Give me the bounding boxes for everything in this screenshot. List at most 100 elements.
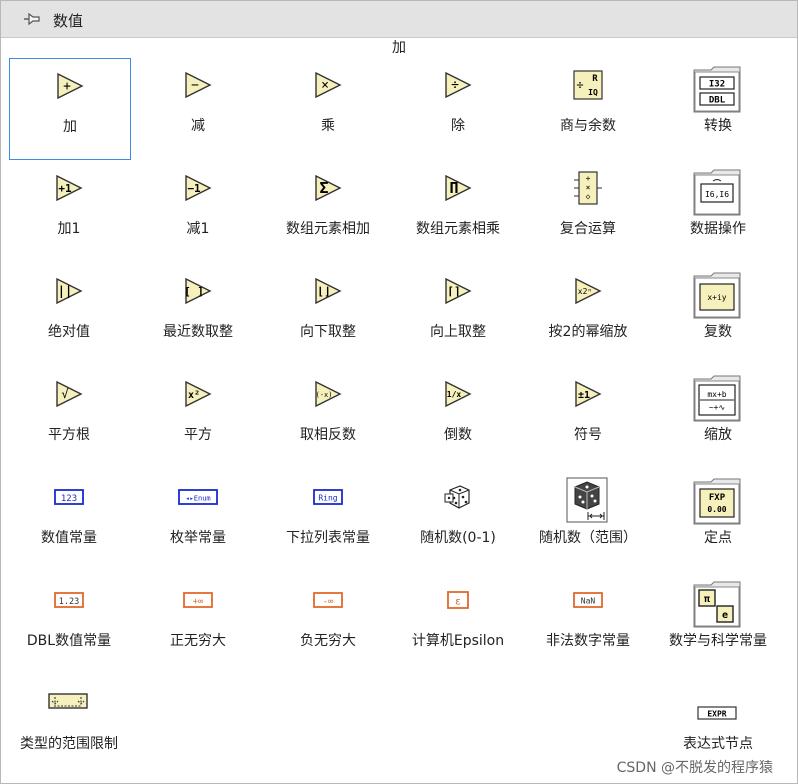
svg-text:+: + [586,174,591,183]
expression-node-icon: EXPR [697,706,737,720]
subtract-icon: − [185,71,212,99]
palette-item-add-array-elements[interactable]: Σ 数组元素相加 [268,161,388,261]
palette-item-multiply-array-elements[interactable]: Π 数组元素相乘 [398,161,518,261]
palette-item-numeric-constant[interactable]: 123 数值常量 [9,470,129,570]
palette-item-round-down[interactable]: ⌊⌋ 向下取整 [268,264,388,364]
palette-item-type-range-limits[interactable]: 类型的范围限制 [9,676,129,776]
item-label: 表达式节点 [683,736,753,752]
hover-label: 加 [392,40,406,56]
item-label: 取相反数 [300,427,356,443]
palette-item-multiply[interactable]: × 乘 [268,58,388,158]
svg-text:-∞: -∞ [323,597,334,607]
palette-item-absolute-value[interactable]: || 绝对值 [9,264,129,364]
palette-item-quotient-remainder[interactable]: ÷ R IQ 商与余数 [528,58,648,158]
palette-title: 数值 [53,12,84,30]
palette-item-subtract[interactable]: − 减 [138,58,258,158]
item-label: 数据操作 [690,221,746,237]
item-label: 数学与科学常量 [669,633,767,649]
item-label: 平方 [184,427,212,443]
palette-item-nan-constant[interactable]: NaN 非法数字常量 [528,573,648,673]
svg-text:I32: I32 [709,80,725,90]
multiply-icon: × [315,71,342,99]
palette-item-reciprocal[interactable]: 1/x 倒数 [398,367,518,467]
compound-arithmetic-icon: + × ◇ [574,171,602,205]
palette-item-round-up[interactable]: ⌈⌉ 向上取整 [398,264,518,364]
palette-item-square-root[interactable]: √ 平方根 [9,367,129,467]
type-range-limits-icon [48,693,88,709]
palette-item-add[interactable]: + 加 [9,58,131,160]
positive-infinity-icon: +∞ [183,592,213,608]
palette-item-scale-power-of-2[interactable]: x2ⁿ 按2的幂缩放 [528,264,648,364]
palette-item-fixed-point[interactable]: FXP 0.00 定点 [658,470,778,570]
palette-item-divide[interactable]: ÷ 除 [398,58,518,158]
conversion-folder-icon: I32 DBL [693,66,741,113]
item-label: 下拉列表常量 [286,530,370,546]
item-label: 数组元素相乘 [416,221,500,237]
svg-text:R: R [592,74,598,84]
dice-icon [444,485,470,509]
palette-item-square[interactable]: x² 平方 [138,367,258,467]
palette-item-complex[interactable]: x+iy 复数 [658,264,778,364]
svg-text:EXPR: EXPR [707,710,726,719]
increment-icon: +1 [56,174,83,202]
numeric-constant-icon: 123 [54,489,84,505]
svg-text:Σ: Σ [319,179,328,197]
svg-text:DBL: DBL [709,96,726,106]
palette-item-random-number[interactable]: 随机数(0-1) [398,470,518,570]
negative-infinity-icon: -∞ [313,592,343,608]
svg-text:◂▸Enum: ◂▸Enum [185,495,210,503]
item-label: 定点 [704,530,732,546]
svg-text:e: e [722,610,728,621]
svg-text:Ring: Ring [318,494,337,503]
svg-text:1/x: 1/x [447,390,462,399]
svg-text:÷: ÷ [576,78,583,92]
item-label: 减1 [186,221,210,237]
palette-item-random-number-range[interactable]: 随机数（范围） [528,470,648,570]
square-icon: x² [185,380,212,408]
svg-text:1.23: 1.23 [59,597,79,607]
item-label: 数组元素相加 [286,221,370,237]
svg-text:⌈⌉: ⌈⌉ [447,285,460,298]
svg-text:||: || [58,284,72,298]
item-label: 枚举常量 [170,530,226,546]
svg-text:NaN: NaN [581,597,596,606]
item-label: 商与余数 [560,118,616,134]
decrement-icon: −1 [185,174,212,202]
palette-item-compound-arithmetic[interactable]: + × ◇ 复合运算 [528,161,648,261]
ceiling-icon: ⌈⌉ [445,277,472,305]
palette-item-positive-infinity[interactable]: +∞ 正无穷大 [138,573,258,673]
floor-icon: ⌊⌋ [315,277,342,305]
svg-text:◇: ◇ [586,192,591,201]
item-label: 向下取整 [300,324,356,340]
pin-icon[interactable] [23,11,41,27]
palette-item-data-manipulation[interactable]: I6,I6 数据操作 [658,161,778,261]
palette-item-conversion[interactable]: I32 DBL 转换 [658,58,778,158]
palette-item-scaling[interactable]: mx+b ~+∿ 缩放 [658,367,778,467]
palette-item-round-nearest[interactable]: [ ] 最近数取整 [138,264,258,364]
svg-text:I6,I6: I6,I6 [705,190,729,199]
item-label: 复合运算 [560,221,616,237]
svg-text:+: + [63,79,71,94]
palette-item-ring-constant[interactable]: Ring 下拉列表常量 [268,470,388,570]
palette-item-sign[interactable]: ±1 符号 [528,367,648,467]
nan-constant-icon: NaN [573,592,603,608]
svg-text:mx+b: mx+b [707,390,726,399]
palette-item-enum-constant[interactable]: ◂▸Enum 枚举常量 [138,470,258,570]
palette-item-increment[interactable]: +1 加1 [9,161,129,261]
enum-constant-icon: ◂▸Enum [178,489,218,505]
svg-text:(-x): (-x) [316,391,333,399]
palette-item-negate[interactable]: (-x) 取相反数 [268,367,388,467]
dice-range-icon [566,477,608,523]
negate-icon: (-x) [315,380,342,408]
svg-text:−: − [191,78,199,93]
palette-item-math-constants[interactable]: π e 数学与科学常量 [658,573,778,673]
reciprocal-icon: 1/x [445,380,472,408]
palette-item-dbl-constant[interactable]: 1.23 DBL数值常量 [9,573,129,673]
palette-item-decrement[interactable]: −1 减1 [138,161,258,261]
quotient-remainder-icon: ÷ R IQ [573,70,603,100]
palette-item-negative-infinity[interactable]: -∞ 负无穷大 [268,573,388,673]
item-label: 随机数（范围） [539,530,637,546]
palette-item-machine-epsilon[interactable]: ε 计算机Epsilon [398,573,518,673]
item-label: 减 [191,118,205,134]
svg-text:~+∿: ~+∿ [709,403,725,412]
